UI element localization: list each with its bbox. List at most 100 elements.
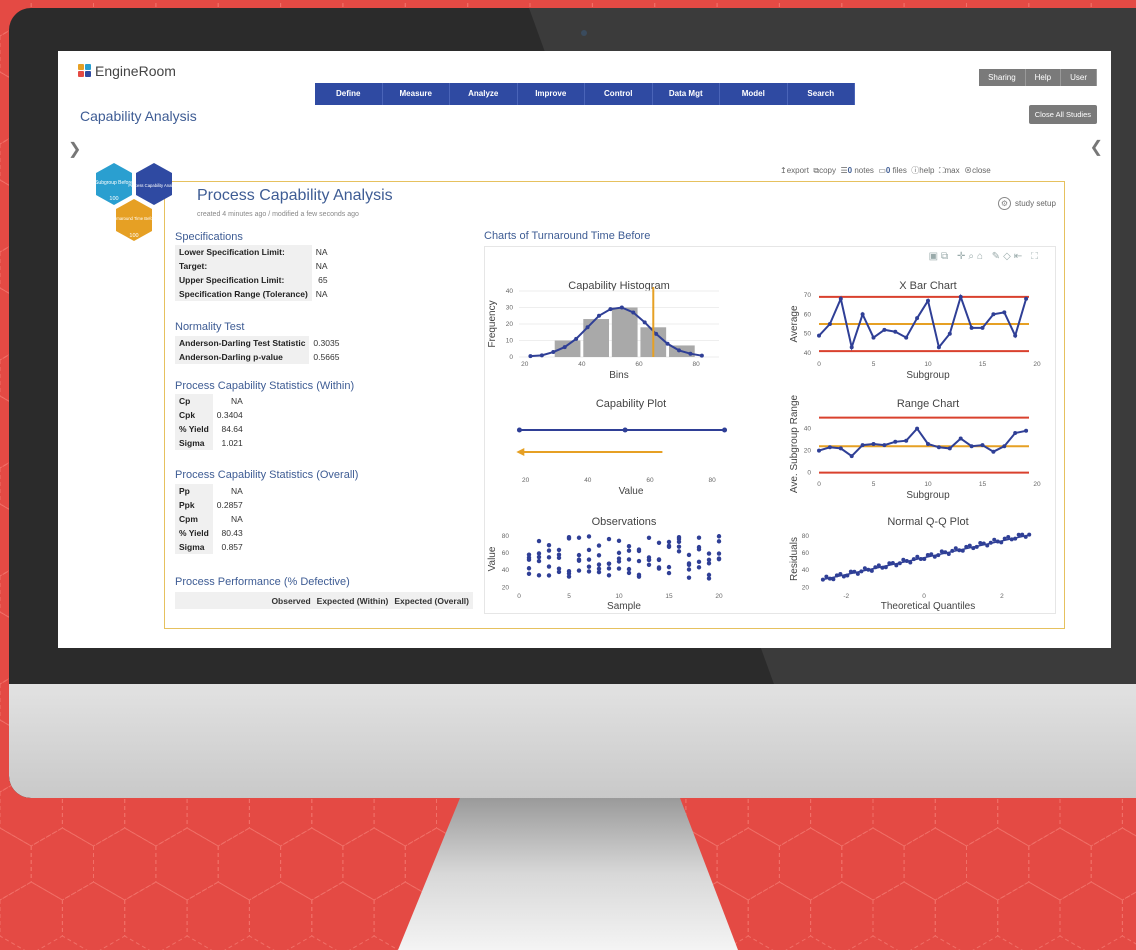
range-point [969,444,974,449]
help-button[interactable]: Help [1025,69,1062,86]
x-tick-label: 80 [693,361,701,368]
histogram-bar [583,319,609,357]
observation-point [606,561,612,566]
observation-point [716,556,722,561]
logo-text: EngineRoom [95,63,176,79]
nav-analyze[interactable]: Analyze [450,83,518,105]
observation-point [586,557,592,562]
xbar-point [1013,333,1018,338]
nav-define[interactable]: Define [315,83,383,105]
nav-search[interactable]: Search [788,83,855,105]
qq-point [918,556,923,561]
observation-point [706,572,712,578]
range-point [838,446,843,451]
main-nav: Define Measure Analyze Improve Control D… [315,83,855,105]
x-axis-label: Value [619,486,644,497]
observation-point [626,557,632,562]
observation-point [696,565,702,570]
close-all-studies-button[interactable]: Close All Studies [1028,105,1097,124]
x-tick-label: 80 [709,477,717,484]
histogram-title: Capability Histogram [568,280,669,292]
y-tick-label: 20 [506,321,514,328]
within-heading: Process Capability Statistics (Within) [175,380,355,392]
files-button[interactable]: ▭0 files [878,166,906,175]
qq-point [922,557,927,562]
qq-point [988,540,993,545]
nav-improve[interactable]: Improve [518,83,585,105]
sharing-button[interactable]: Sharing [979,69,1026,86]
close-study-button[interactable]: ⊗close [964,166,991,175]
qq-point [999,540,1004,545]
observation-point [546,573,552,578]
curve-point [688,351,693,356]
qq-point [995,539,1000,544]
table-row: Pp NA [175,484,247,498]
qq-point [838,572,843,577]
y-tick-label: 20 [804,448,812,455]
copy-button[interactable]: ⧉copy [813,166,836,175]
curve-point [597,313,601,318]
within-point [622,427,628,433]
qq-point [957,548,962,553]
curve-point [528,354,533,359]
range-point [926,442,930,446]
camera [581,30,587,36]
expand-left-icon[interactable]: ❯ [68,139,81,159]
x-tick-label: 20 [521,361,529,368]
hex-turnaround-time-before[interactable]: Turnaround Time Before 100 [111,199,157,241]
observation-point [656,566,662,571]
observation-point [556,547,562,553]
xbar-point [1024,296,1029,301]
observation-point [666,570,672,576]
observation-point [526,566,532,571]
col-observed: Observed [271,595,311,606]
curve-point [699,353,704,358]
help-link[interactable]: ⓘhelp [911,166,934,175]
observation-point [526,571,532,576]
hex-process-capability[interactable]: Process Capability Analysis [128,163,180,205]
observation-point [626,570,632,576]
qq-point [953,546,958,551]
range-point [871,442,876,446]
observation-point [716,551,722,556]
xbar-point [958,294,963,299]
nav-measure[interactable]: Measure [383,83,450,105]
user-button[interactable]: User [1061,69,1097,86]
table-row: Lower Specification Limit: NA [175,245,332,259]
observation-point [626,566,632,572]
y-tick-label: 20 [802,584,810,591]
y-tick-label: 60 [502,550,510,557]
overall-heading: Process Capability Statistics (Overall) [175,469,359,481]
x-tick-label: -2 [843,593,849,600]
xbar-point [1002,310,1007,315]
observation-point [596,569,602,575]
x-tick-label: 20 [715,593,723,600]
observation-point [706,557,712,563]
nav-control[interactable]: Control [585,83,653,105]
xbar-point [827,322,832,326]
observation-point [716,539,722,544]
export-button[interactable]: ↥export [780,166,809,175]
observation-point [536,558,542,564]
observation-point [616,559,622,564]
chart-modebar[interactable]: ▣⧉ ✛⌕⌂ ✎◇⇤ ⛶ [929,251,1041,262]
table-row: Anderson-Darling Test Statistic 0.3035 [175,336,343,350]
study-setup-button[interactable]: ⚙ study setup [998,197,1056,210]
nav-data-mgt[interactable]: Data Mgt [653,83,720,105]
y-tick-label: 40 [502,567,510,574]
range-point [980,443,985,448]
notes-button[interactable]: ☰0 notes [840,166,873,175]
range-point [817,448,821,453]
qq-point [911,557,916,562]
expand-right-icon[interactable]: ❮ [1090,137,1103,157]
xbar-point [904,335,909,340]
observation-point [716,534,722,539]
study-subtitle: created 4 minutes ago / modified a few s… [197,211,359,218]
nav-model[interactable]: Model [720,83,788,105]
qq-point [936,553,941,558]
max-button[interactable]: ⛶max [939,166,960,175]
x-tick-label: 0 [817,361,821,368]
y-tick-label: 60 [804,311,812,318]
qq-point [855,571,860,576]
curve-point [585,325,590,330]
